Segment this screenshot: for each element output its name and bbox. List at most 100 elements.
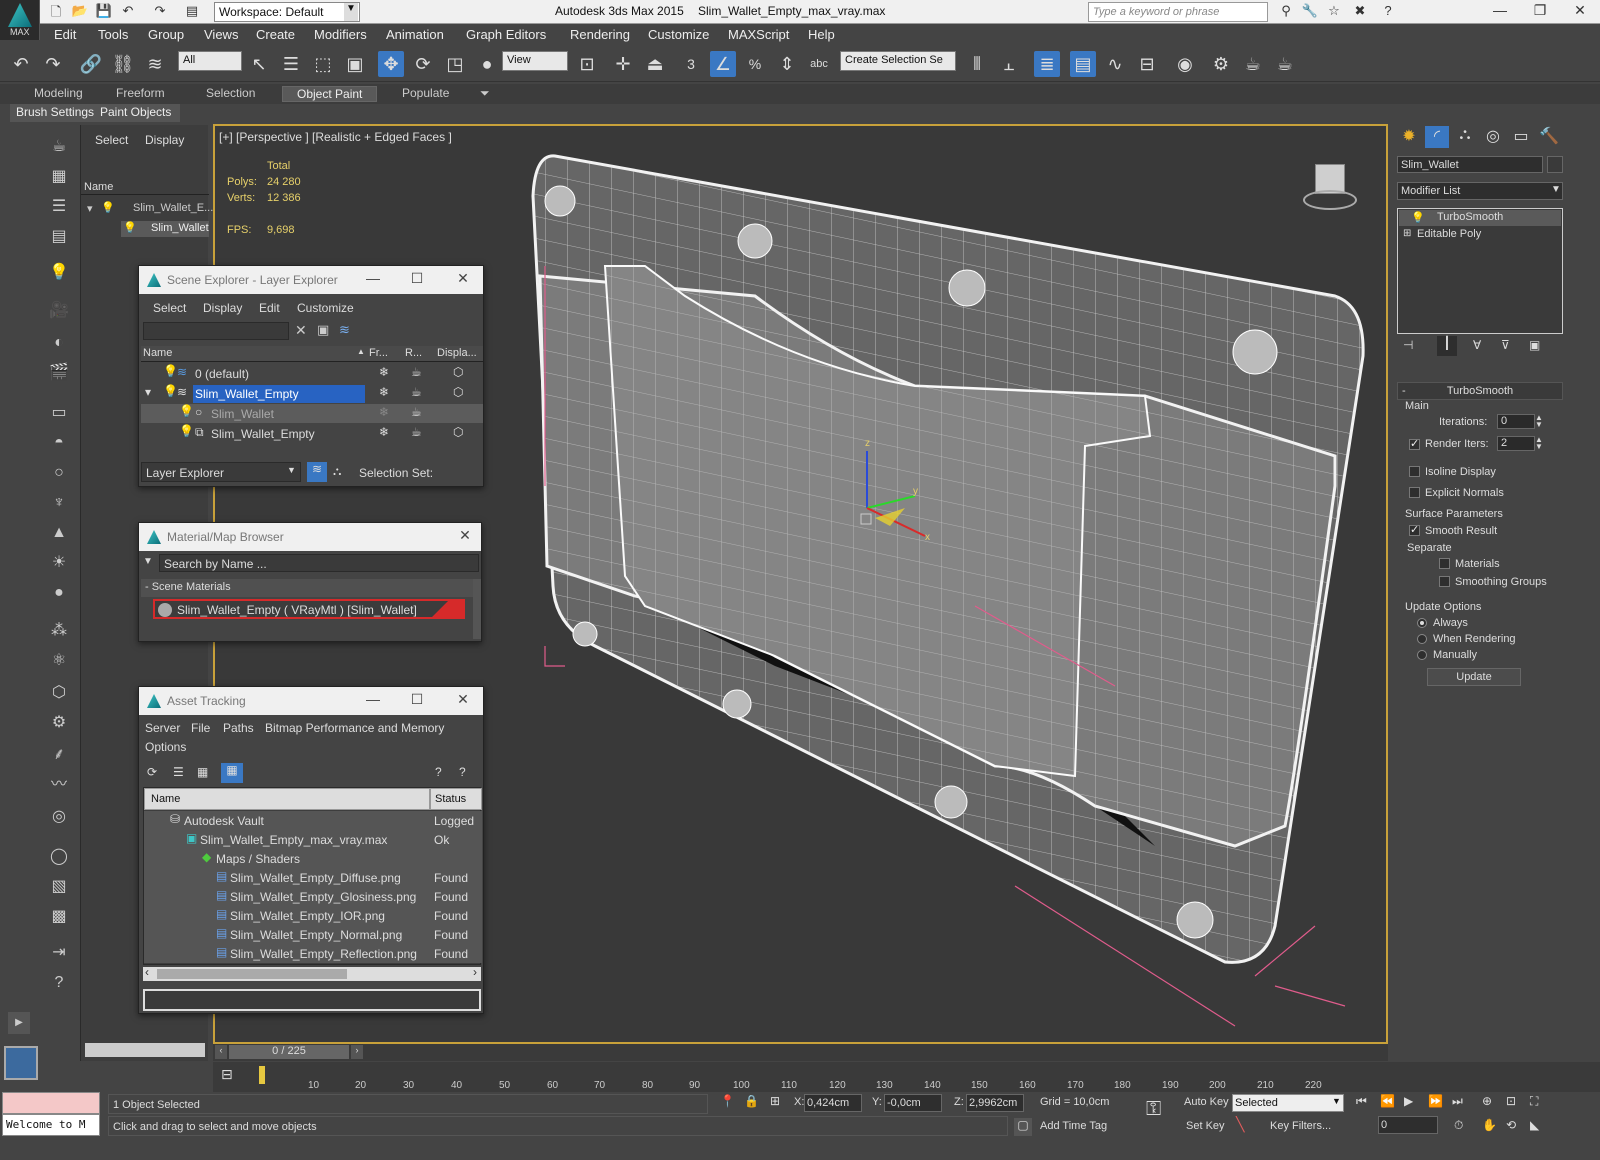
time-config-icon[interactable]: ⏱ [1454, 1118, 1463, 1133]
manually-radio[interactable] [1417, 650, 1427, 660]
col-name[interactable]: Name [143, 347, 172, 359]
list-icon[interactable]: ☰ [47, 195, 71, 219]
set-key-icon[interactable]: ╲ [1236, 1116, 1244, 1133]
exchange-icon[interactable]: ✖ [1350, 3, 1370, 21]
expand-icon[interactable]: ▶ [8, 1012, 30, 1034]
close-icon[interactable]: ✕ [451, 270, 475, 287]
set-key-button[interactable]: Set Key [1186, 1120, 1225, 1132]
z-coord-field[interactable]: 2,9962cm [966, 1094, 1024, 1112]
table-row[interactable]: ▤ Slim_Wallet_Empty_Diffuse.png Found [144, 868, 482, 887]
remove-modifier-icon[interactable]: ⊽ [1501, 338, 1510, 352]
update-button[interactable]: Update [1427, 668, 1521, 686]
select-place-icon[interactable]: ● [474, 51, 500, 77]
table-row[interactable]: ▤ Slim_Wallet_Empty_Normal.png Found [144, 925, 482, 944]
pivot-center-icon[interactable]: ⊡ [574, 51, 600, 77]
render-production-icon[interactable]: ☕ [1272, 51, 1298, 77]
tab-select[interactable]: Select [95, 133, 128, 147]
table-row[interactable]: ▤ Slim_Wallet_Empty_Glosiness.png Found [144, 887, 482, 906]
half-moon-icon[interactable]: ◐ [47, 331, 71, 355]
menu-customize[interactable]: Customize [648, 27, 709, 42]
go-to-start-icon[interactable]: ⏮ [1356, 1094, 1367, 1109]
menu-rendering[interactable]: Rendering [570, 27, 630, 42]
chevron-right-icon[interactable]: › [351, 1045, 363, 1059]
search-input[interactable]: Search by Name ... [159, 554, 479, 572]
list-view-icon[interactable]: ☰ [173, 765, 184, 779]
ball-icon[interactable]: ◯ [47, 845, 71, 869]
select-scale-icon[interactable]: ◳ [442, 51, 468, 77]
named-selection-dropdown[interactable]: Create Selection Se [840, 51, 956, 71]
explorer-mode-dropdown[interactable]: Layer Explorer [141, 462, 301, 482]
camera-icon[interactable]: 🎥 [47, 299, 71, 323]
path-field[interactable] [143, 989, 481, 1011]
viewcube-icon[interactable] [1301, 160, 1357, 214]
schematic-view-icon[interactable]: ⊟ [1134, 51, 1160, 77]
spinner-arrows-icon[interactable]: ▲ ▼ [1535, 436, 1543, 451]
maxscript-welcome[interactable]: Welcome to M [2, 1114, 100, 1136]
undo-icon[interactable]: ↶ [8, 51, 34, 77]
bulb-icon[interactable]: 💡 [123, 221, 137, 234]
freeze-icon[interactable]: ❄ [379, 385, 389, 399]
gear-icon[interactable]: ⚙ [47, 711, 71, 735]
help-icon[interactable]: ? [47, 971, 71, 995]
teapot-icon[interactable]: ☕ [411, 365, 422, 379]
clear-filter-icon[interactable]: ✕ [295, 322, 307, 339]
new-file-icon[interactable]: 🗋 [46, 3, 66, 21]
hair-icon[interactable]: 〰 [47, 773, 71, 797]
collapse-icon[interactable]: - [1402, 385, 1406, 397]
y-coord-field[interactable]: -0,0cm [884, 1094, 942, 1112]
cone-icon[interactable]: ▲ [47, 521, 71, 545]
bulb-icon[interactable]: 💡 [1411, 211, 1425, 224]
filter-input[interactable] [143, 322, 289, 340]
grass-icon[interactable]: ⸙ [47, 743, 71, 767]
table-row[interactable]: 💡 ≋ 0 (default) ❄ ☕ ⬡ [141, 364, 483, 383]
select-object-icon[interactable]: ↖ [246, 51, 272, 77]
tab-populate[interactable]: Populate [402, 86, 449, 100]
object-name-field[interactable]: Slim_Wallet [1397, 156, 1543, 173]
workspace-dropdown[interactable]: Workspace: Default [214, 2, 360, 22]
undo-icon[interactable]: ↶ [118, 3, 138, 21]
basket-icon[interactable]: ♆ [47, 491, 71, 515]
menu-customize[interactable]: Customize [297, 301, 354, 315]
table-row[interactable]: ▤ Slim_Wallet_Empty_Reflection.png Found [144, 944, 482, 963]
dome-icon[interactable]: ◓ [47, 431, 71, 455]
save-file-icon[interactable]: 💾 [94, 3, 114, 21]
hierarchy-icon[interactable]: ⛬ [333, 464, 341, 479]
disc-icon[interactable]: ● [47, 581, 71, 605]
reference-coordinate-dropdown[interactable]: View [502, 51, 568, 71]
transform-mode-icon[interactable]: ⊞ [770, 1094, 780, 1108]
expand-icon[interactable]: ⊞ [1403, 228, 1411, 239]
teapot-icon[interactable]: ☕ [411, 405, 422, 419]
chevron-down-icon[interactable]: ▼ [344, 3, 358, 21]
menu-edit[interactable]: Edit [54, 27, 76, 42]
always-radio[interactable] [1417, 618, 1427, 628]
materials-checkbox[interactable] [1439, 558, 1450, 569]
auto-key-button[interactable]: Auto Key [1184, 1096, 1229, 1108]
chevron-down-icon[interactable]: ▾ [87, 202, 93, 215]
freeze-icon[interactable]: ❄ [379, 405, 389, 419]
maxscript-listener[interactable] [2, 1092, 100, 1114]
tab-object-paint[interactable]: Object Paint [282, 86, 378, 102]
key-icon[interactable]: ⚿ [1146, 1098, 1161, 1121]
maximize-icon[interactable]: ☐ [405, 691, 429, 708]
minimize-icon[interactable]: — [361, 270, 385, 286]
tab-display[interactable]: Display [145, 133, 184, 147]
bulb-icon[interactable]: 💡 [101, 201, 115, 214]
freeze-icon[interactable]: ❄ [379, 365, 389, 379]
material-browser-titlebar[interactable]: Material/Map Browser ✕ [139, 523, 481, 551]
bulb-icon[interactable]: 💡 [179, 404, 194, 418]
manipulate-icon[interactable]: ✛ [610, 51, 636, 77]
atoms-icon[interactable]: ⚛ [47, 649, 71, 673]
chevron-down-icon[interactable]: ▼ [1551, 184, 1561, 195]
menu-server[interactable]: Server [145, 721, 180, 735]
isoline-checkbox[interactable] [1409, 466, 1420, 477]
help-icon[interactable]: ? [1378, 3, 1398, 21]
explicit-normals-checkbox[interactable] [1409, 487, 1420, 498]
modify-tab-icon[interactable]: ◜ [1425, 126, 1449, 148]
plane-icon[interactable]: ▭ [47, 401, 71, 425]
menu-edit[interactable]: Edit [259, 301, 280, 315]
align-icon[interactable]: ⫠ [996, 51, 1022, 77]
menu-display[interactable]: Display [203, 301, 242, 315]
render-element-icon[interactable]: ▩ [47, 905, 71, 929]
table-row[interactable]: ◆ Maps / Shaders [144, 849, 482, 868]
help-dim-icon[interactable]: ? [459, 765, 466, 779]
